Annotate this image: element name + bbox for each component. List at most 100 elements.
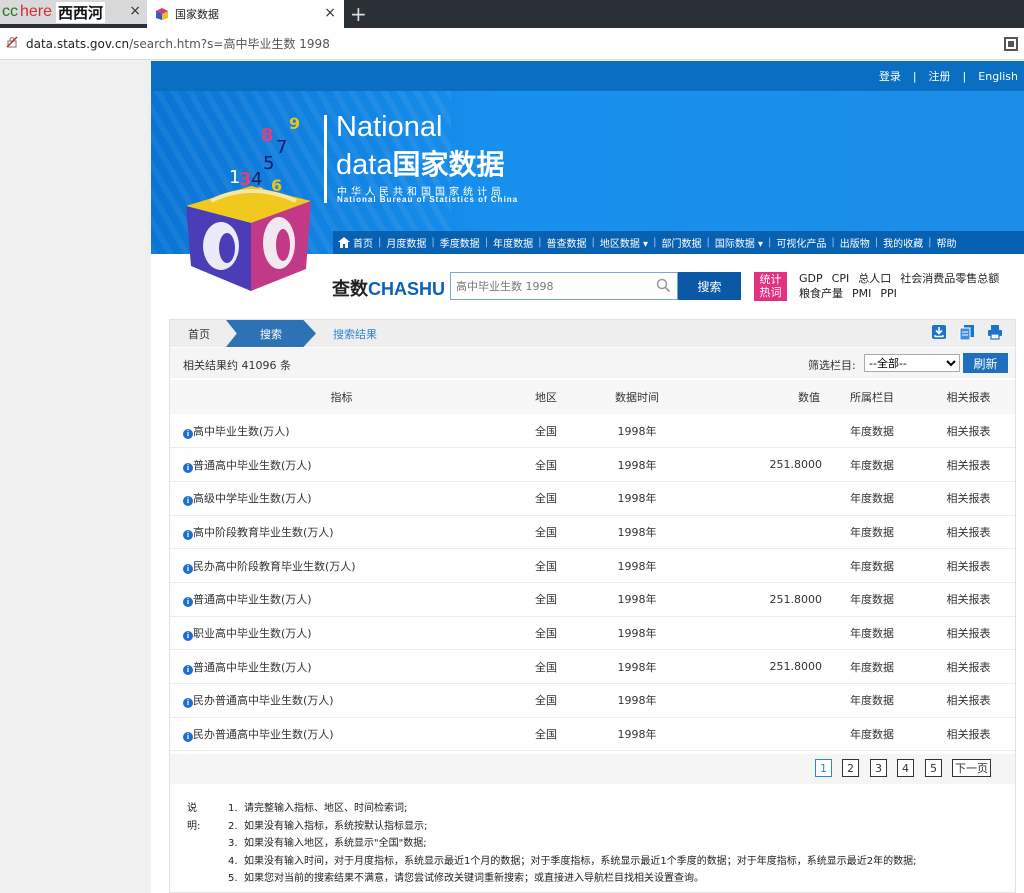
info-icon[interactable]: i — [183, 698, 193, 709]
indicator-cell[interactable]: i 高中毕业生数(万人) — [170, 414, 500, 449]
nav-publications[interactable]: 出版物 — [835, 235, 875, 250]
indicator-name[interactable]: 高级中学毕业生数(万人) — [193, 492, 312, 505]
report-link[interactable]: 相关报表 — [922, 649, 1015, 684]
report-link[interactable]: 相关报表 — [922, 616, 1015, 651]
info-icon[interactable]: i — [183, 496, 193, 507]
page-4[interactable]: 4 — [897, 759, 914, 777]
indicator-name[interactable]: 民办普通高中毕业生数(万人) — [193, 694, 334, 707]
breadcrumb-search[interactable]: 搜索 — [226, 320, 316, 347]
report-link[interactable]: 相关报表 — [922, 717, 1015, 752]
report-link[interactable]: 相关报表 — [922, 414, 1015, 449]
page-3[interactable]: 3 — [870, 759, 887, 777]
column-cell[interactable]: 年度数据 — [822, 414, 922, 449]
indicator-cell[interactable]: i 职业高中毕业生数(万人) — [170, 616, 500, 651]
indicator-cell[interactable]: i 高中阶段教育毕业生数(万人) — [170, 515, 500, 550]
nav-home[interactable]: 首页 — [333, 235, 378, 250]
indicator-cell[interactable]: i 民办普通高中毕业生数(万人) — [170, 717, 500, 752]
indicator-name[interactable]: 普通高中毕业生数(万人) — [193, 593, 312, 606]
indicator-name[interactable]: 民办高中阶段教育毕业生数(万人) — [193, 560, 356, 573]
page-1[interactable]: 1 — [815, 759, 832, 777]
nav-visualization[interactable]: 可视化产品 — [771, 235, 831, 250]
hot-term-gdp[interactable]: GDP — [799, 272, 823, 285]
info-icon[interactable]: i — [183, 428, 193, 439]
info-icon[interactable]: i — [183, 630, 193, 641]
browser-tab-stats[interactable]: 国家数据 × — [147, 0, 344, 28]
register-link[interactable]: 注册 — [929, 68, 951, 84]
copy-icon[interactable] — [959, 324, 975, 340]
data-cube-logo[interactable]: 9 8 7 5 1 3 4 6 2 — [181, 101, 331, 291]
refresh-button[interactable]: 刷新 — [963, 353, 1008, 373]
hot-term-grain[interactable]: 粮食产量 — [799, 287, 843, 300]
download-icon[interactable] — [931, 324, 947, 340]
column-cell[interactable]: 年度数据 — [822, 582, 922, 617]
address-bar[interactable]: data.stats.gov.cn/search.htm?s=高中毕业生数 19… — [0, 28, 1024, 60]
nav-international[interactable]: 国际数据 ▾ — [710, 235, 768, 250]
nav-quarterly[interactable]: 季度数据 — [435, 235, 485, 250]
breadcrumb-home[interactable]: 首页 — [170, 320, 228, 347]
nav-home-label: 首页 — [353, 239, 373, 250]
report-link[interactable]: 相关报表 — [922, 481, 1015, 516]
report-link[interactable]: 相关报表 — [922, 683, 1015, 718]
indicator-cell[interactable]: i 普通高中毕业生数(万人) — [170, 582, 500, 617]
column-cell[interactable]: 年度数据 — [822, 515, 922, 550]
indicator-cell[interactable]: i 普通高中毕业生数(万人) — [170, 447, 500, 482]
search-input[interactable] — [451, 273, 641, 299]
page-5[interactable]: 5 — [925, 759, 942, 777]
column-cell[interactable]: 年度数据 — [822, 481, 922, 516]
nav-help[interactable]: 帮助 — [932, 235, 962, 250]
nav-regional[interactable]: 地区数据 ▾ — [595, 235, 653, 250]
indicator-name[interactable]: 民办普通高中毕业生数(万人) — [193, 728, 334, 741]
column-cell[interactable]: 年度数据 — [822, 616, 922, 651]
print-icon[interactable] — [987, 324, 1003, 340]
nav-favorites[interactable]: 我的收藏 — [878, 235, 928, 250]
search-button[interactable]: 搜索 — [678, 272, 741, 300]
note-item: 1. 请完整输入指标、地区、时间检索词; — [228, 800, 988, 818]
report-link[interactable]: 相关报表 — [922, 548, 1015, 583]
hot-term-retail[interactable]: 社会消费品零售总额 — [900, 272, 999, 285]
info-icon[interactable]: i — [183, 664, 193, 675]
info-icon[interactable]: i — [183, 597, 193, 608]
indicator-cell[interactable]: i 普通高中毕业生数(万人) — [170, 649, 500, 684]
indicator-name[interactable]: 职业高中毕业生数(万人) — [193, 627, 312, 640]
close-tab-icon[interactable]: × — [324, 5, 336, 21]
info-icon[interactable]: i — [183, 529, 193, 540]
hot-term-pmi[interactable]: PMI — [852, 287, 871, 300]
filter-select[interactable]: --全部-- — [864, 354, 960, 372]
english-link[interactable]: English — [978, 70, 1018, 83]
next-page-button[interactable]: 下一页 — [952, 759, 991, 777]
indicator-name[interactable]: 高中阶段教育毕业生数(万人) — [193, 526, 334, 539]
qr-code-icon[interactable] — [1004, 37, 1018, 51]
nav-annual[interactable]: 年度数据 — [488, 235, 538, 250]
report-link[interactable]: 相关报表 — [922, 515, 1015, 550]
nav-census[interactable]: 普查数据 — [542, 235, 592, 250]
info-icon[interactable]: i — [183, 732, 193, 743]
nav-monthly[interactable]: 月度数据 — [381, 235, 431, 250]
not-secure-icon[interactable] — [6, 36, 18, 51]
column-cell[interactable]: 年度数据 — [822, 447, 922, 482]
indicator-cell[interactable]: i 民办普通高中毕业生数(万人) — [170, 683, 500, 718]
info-icon[interactable]: i — [183, 462, 193, 473]
new-tab-button[interactable]: + — [350, 2, 367, 26]
report-link[interactable]: 相关报表 — [922, 447, 1015, 482]
column-cell[interactable]: 年度数据 — [822, 717, 922, 752]
login-link[interactable]: 登录 — [879, 68, 901, 84]
page-2[interactable]: 2 — [842, 759, 859, 777]
column-cell[interactable]: 年度数据 — [822, 683, 922, 718]
indicator-cell[interactable]: i 高级中学毕业生数(万人) — [170, 481, 500, 516]
browser-tab-xixihe[interactable]: cc here 西西河 × — [0, 0, 147, 24]
nav-department[interactable]: 部门数据 — [656, 235, 706, 250]
indicator-name[interactable]: 高中毕业生数(万人) — [193, 425, 290, 438]
hot-term-population[interactable]: 总人口 — [858, 272, 891, 285]
indicator-name[interactable]: 普通高中毕业生数(万人) — [193, 661, 312, 674]
column-cell[interactable]: 年度数据 — [822, 649, 922, 684]
indicator-name[interactable]: 普通高中毕业生数(万人) — [193, 459, 312, 472]
hot-term-cpi[interactable]: CPI — [832, 272, 850, 285]
column-cell[interactable]: 年度数据 — [822, 548, 922, 583]
search-icon[interactable] — [656, 278, 671, 293]
indicator-cell[interactable]: i 民办高中阶段教育毕业生数(万人) — [170, 548, 500, 583]
hot-term-ppi[interactable]: PPI — [880, 287, 897, 300]
report-link[interactable]: 相关报表 — [922, 582, 1015, 617]
url-text[interactable]: data.stats.gov.cn/search.htm?s=高中毕业生数 19… — [26, 35, 330, 52]
info-icon[interactable]: i — [183, 563, 193, 574]
close-tab-icon[interactable]: × — [129, 3, 141, 19]
